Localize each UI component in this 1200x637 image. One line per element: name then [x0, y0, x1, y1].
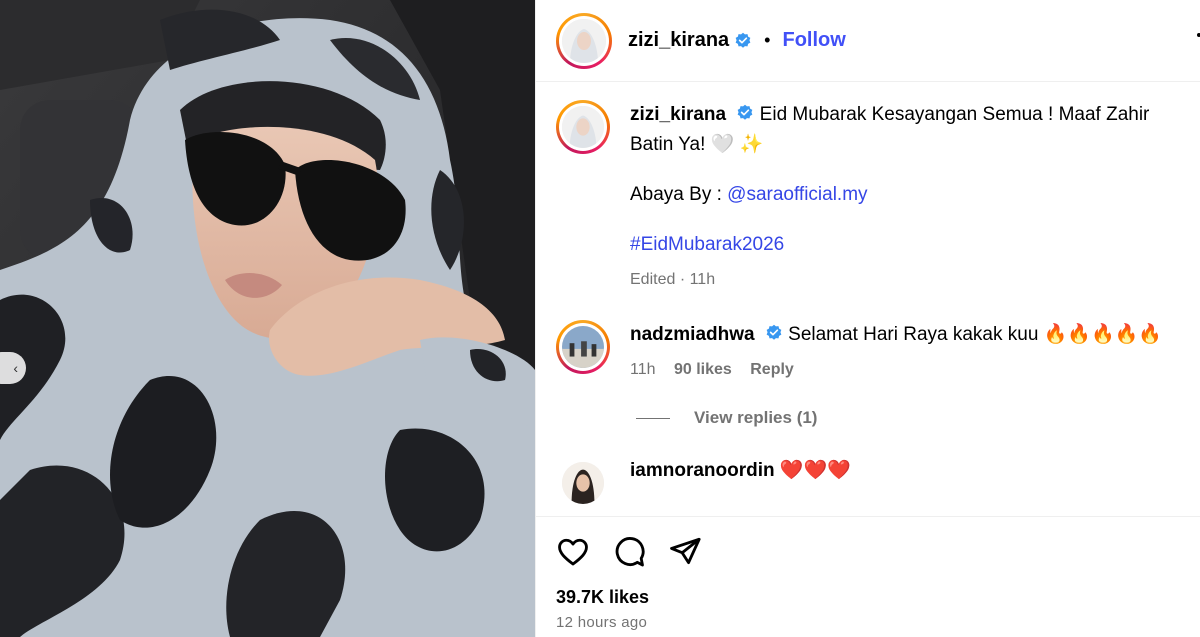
more-options-icon[interactable] [1196, 32, 1200, 48]
caption-username[interactable]: zizi_kirana [630, 104, 726, 125]
comment-message: ❤️❤️❤️ [779, 460, 851, 481]
post-header: zizi_kirana • Follow [536, 0, 1200, 82]
header-separator: • [764, 30, 771, 50]
share-send-icon[interactable] [668, 535, 702, 569]
avatar-photo [562, 18, 606, 63]
comment-item: iamnoranoordin ❤️❤️❤️ [556, 456, 1200, 510]
verified-badge-icon [766, 324, 782, 340]
post-photo[interactable]: ‹ [0, 0, 535, 637]
verified-badge-icon [738, 104, 753, 120]
commenter-avatar[interactable] [556, 320, 610, 374]
action-icons [556, 535, 1200, 569]
comments-list[interactable]: zizi_kirana Eid Mubarak Kesayangan Semua… [536, 82, 1200, 516]
author-username[interactable]: zizi_kirana [628, 29, 729, 52]
comment-meta: 11h 90 likes Reply [630, 360, 1190, 380]
comment-message: Selamat Hari Raya kakak kuu 🔥🔥🔥🔥🔥 [788, 324, 1162, 345]
hashtag-link[interactable]: #EidMubarak2026 [630, 234, 784, 255]
caption-abaya: Abaya By : @saraofficial.my [630, 180, 1190, 210]
view-replies-line [636, 417, 670, 419]
like-heart-icon[interactable] [556, 535, 590, 569]
mention-link[interactable]: @saraofficial.my [727, 184, 867, 205]
avatar-photo [562, 106, 604, 148]
post-details-panel: zizi_kirana • Follow zizi_kirana Eid Mub… [535, 0, 1200, 637]
comment-time: 11h [630, 361, 656, 378]
avatar-photo [562, 462, 604, 504]
comment-text: nadzmiadhwa Selamat Hari Raya kakak kuu … [630, 320, 1190, 350]
author-avatar[interactable] [556, 12, 612, 69]
comment-body: nadzmiadhwa Selamat Hari Raya kakak kuu … [630, 320, 1190, 380]
comment-username[interactable]: iamnoranoordin [630, 460, 775, 481]
comment-bubble-icon[interactable] [612, 535, 646, 569]
caption-abaya-prefix: Abaya By : [630, 184, 728, 205]
comment-likes[interactable]: 90 likes [674, 361, 732, 378]
caption-author-avatar[interactable] [556, 100, 610, 154]
caption-hashtag: #EidMubarak2026 [630, 230, 1190, 260]
instagram-post-view: ‹ zizi_kirana • Follow zizi_kirana Eid M… [0, 0, 1200, 637]
post-actions: 39.7K likes 12 hours ago [536, 516, 1200, 637]
caption-text: zizi_kirana Eid Mubarak Kesayangan Semua… [630, 100, 1190, 160]
verified-badge-icon [735, 32, 751, 48]
comment-username[interactable]: nadzmiadhwa [630, 324, 755, 345]
likes-count[interactable]: 39.7K likes [556, 587, 1200, 608]
comment-body: iamnoranoordin ❤️❤️❤️ [630, 456, 1190, 486]
caption-body: zizi_kirana Eid Mubarak Kesayangan Semua… [630, 100, 1190, 290]
reply-button[interactable]: Reply [750, 361, 794, 378]
follow-button[interactable]: Follow [782, 29, 845, 52]
view-replies-label: View replies (1) [694, 408, 818, 427]
chevron-left-icon: ‹ [13, 360, 18, 376]
caption-meta: Edited · 11h [630, 271, 716, 288]
post-photo-image [0, 0, 535, 637]
post-timestamp: 12 hours ago [556, 614, 648, 631]
view-replies-button[interactable]: View replies (1) [636, 408, 1200, 428]
commenter-avatar[interactable] [556, 456, 610, 510]
caption: zizi_kirana Eid Mubarak Kesayangan Semua… [556, 100, 1200, 290]
avatar-photo [562, 326, 604, 368]
comment-item: nadzmiadhwa Selamat Hari Raya kakak kuu … [556, 320, 1200, 380]
